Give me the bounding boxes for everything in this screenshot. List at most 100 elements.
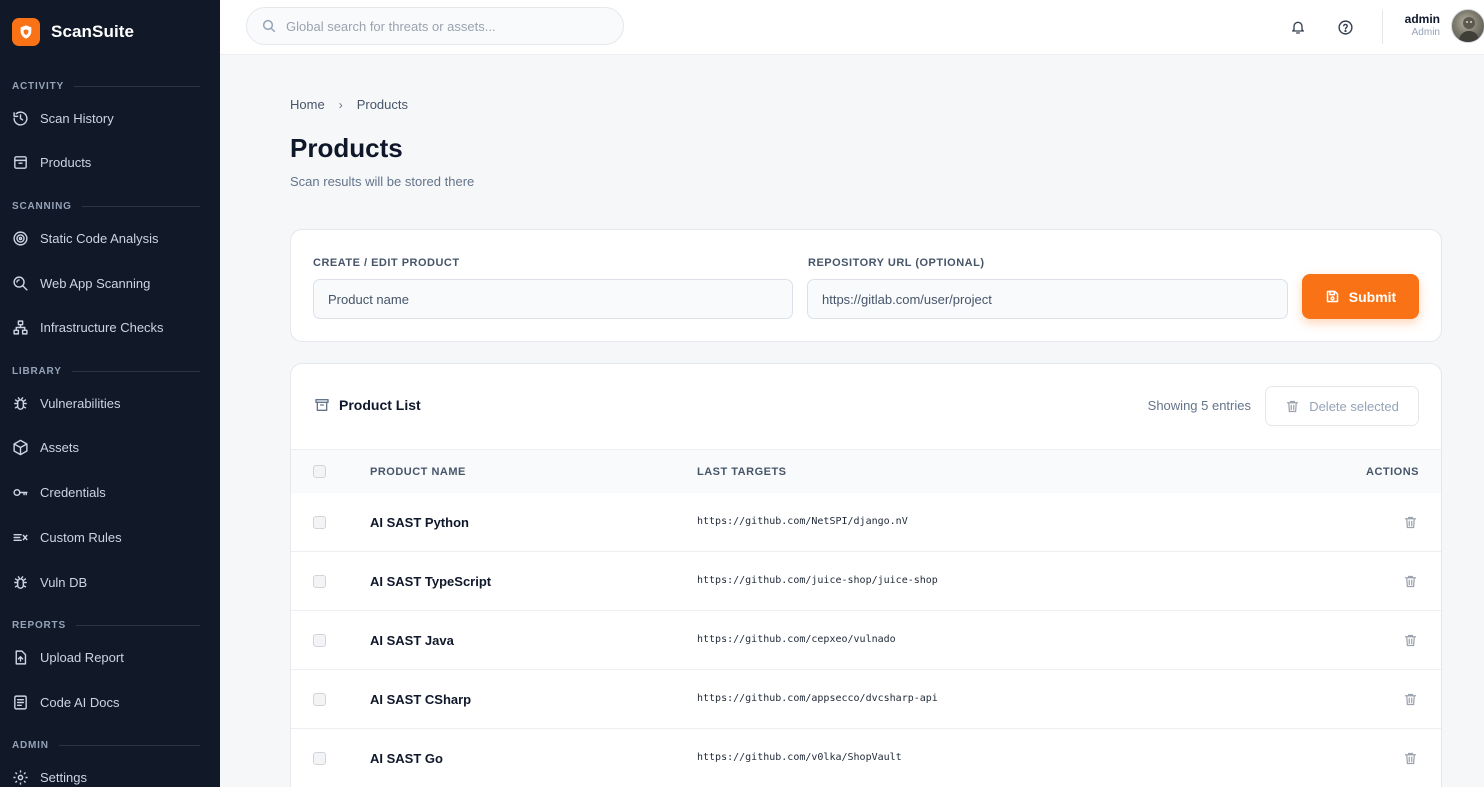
delete-row-button[interactable] — [1401, 513, 1419, 531]
last-target-cell: https://github.com/cepxeo/vulnado — [697, 634, 896, 645]
section-label-scanning: SCANNING — [12, 201, 200, 212]
sidebar-item-vuln-db[interactable]: Vuln DB — [12, 570, 208, 594]
row-checkbox[interactable] — [313, 516, 326, 529]
sidebar-item-label: Static Code Analysis — [40, 230, 159, 246]
page-title: Products — [290, 133, 403, 163]
section-label-admin: ADMIN — [12, 740, 200, 751]
delete-row-button[interactable] — [1401, 572, 1419, 590]
archive-icon — [315, 399, 329, 411]
submit-button[interactable]: Submit — [1302, 274, 1419, 319]
last-target-cell: https://github.com/v0lka/ShopVault — [697, 752, 902, 763]
sidebar-item-label: Web App Scanning — [40, 275, 151, 291]
product-form-card: CREATE / EDIT PRODUCT REPOSITORY URL (OP… — [290, 229, 1442, 342]
sidebar-item-credentials[interactable]: Credentials — [12, 480, 208, 504]
upload-icon — [15, 649, 27, 665]
sidebar-item-assets[interactable]: Assets — [12, 435, 208, 459]
sidebar-item-code-ai-docs[interactable]: Code AI Docs — [12, 690, 208, 714]
sidebar-item-label: Settings — [40, 769, 87, 785]
trash-icon — [1287, 400, 1299, 412]
chevron-right-icon: › — [338, 97, 343, 112]
breadcrumb: Home › Products — [290, 97, 408, 112]
delete-selected-label: Delete selected — [1309, 398, 1399, 414]
product-name-input[interactable] — [313, 279, 793, 319]
row-checkbox[interactable] — [313, 575, 326, 588]
row-checkbox[interactable] — [313, 693, 326, 706]
sidebar-item-custom-rules[interactable]: Custom Rules — [12, 525, 208, 549]
column-header-last-targets[interactable]: LAST TARGETS — [697, 466, 787, 478]
notifications-button[interactable] — [1287, 16, 1309, 38]
section-label-library: LIBRARY — [12, 366, 200, 377]
column-header-product-name[interactable]: PRODUCT NAME — [370, 466, 466, 478]
brand-name: ScanSuite — [51, 22, 135, 41]
trash-icon — [1404, 575, 1416, 587]
trash-icon — [1404, 634, 1416, 646]
sidebar-item-label: Credentials — [40, 484, 106, 500]
table-row[interactable]: AI SAST Java https://github.com/cepxeo/v… — [291, 611, 1441, 670]
row-checkbox[interactable] — [313, 752, 326, 765]
sidebar-item-web-app-scanning[interactable]: Web App Scanning — [12, 271, 208, 295]
bug-icon — [14, 575, 27, 589]
entries-count: Showing 5 entries — [1147, 398, 1251, 413]
global-search[interactable] — [246, 7, 624, 45]
table-row[interactable]: AI SAST TypeScript https://github.com/ju… — [291, 552, 1441, 611]
column-header-actions: ACTIONS — [1366, 466, 1419, 478]
row-checkbox[interactable] — [313, 634, 326, 647]
box-icon — [13, 439, 28, 455]
target-icon — [13, 230, 28, 246]
repository-url-label: REPOSITORY URL (OPTIONAL) — [808, 257, 985, 269]
sidebar-item-label: Upload Report — [40, 649, 124, 665]
bell-icon — [1292, 21, 1304, 34]
sidebar-item-upload-report[interactable]: Upload Report — [12, 645, 208, 669]
search-scan-icon — [13, 275, 28, 291]
help-icon — [1337, 19, 1353, 35]
delete-row-button[interactable] — [1401, 690, 1419, 708]
shield-logo-icon — [12, 18, 40, 46]
table-row[interactable]: AI SAST Python https://github.com/NetSPI… — [291, 493, 1441, 552]
user-name[interactable]: admin — [1405, 12, 1440, 26]
last-target-cell: https://github.com/juice-shop/juice-shop — [697, 575, 938, 586]
sidebar-item-scan-history[interactable]: Scan History — [12, 106, 208, 130]
submit-label: Submit — [1348, 288, 1397, 305]
rules-icon — [13, 533, 28, 541]
sidebar-item-vulnerabilities[interactable]: Vulnerabilities — [12, 391, 208, 415]
trash-icon — [1404, 693, 1416, 705]
trash-icon — [1404, 752, 1416, 764]
table-header: PRODUCT NAME LAST TARGETS ACTIONS — [291, 450, 1441, 493]
breadcrumb-home[interactable]: Home — [290, 97, 325, 112]
product-list-title-text: Product List — [339, 397, 421, 413]
sidebar-item-label: Vuln DB — [40, 574, 88, 590]
sidebar-item-infrastructure-checks[interactable]: Infrastructure Checks — [12, 315, 208, 339]
product-list-header: Product List Showing 5 entries Delete se… — [291, 364, 1441, 450]
avatar[interactable] — [1451, 9, 1484, 43]
table-row[interactable]: AI SAST CSharp https://github.com/appsec… — [291, 670, 1441, 729]
archive-icon — [14, 155, 27, 169]
help-button[interactable] — [1334, 16, 1356, 38]
sidebar-item-products[interactable]: Products — [12, 150, 208, 174]
history-icon — [13, 110, 28, 126]
select-all-checkbox[interactable] — [313, 465, 326, 478]
product-name-cell: AI SAST Python — [370, 515, 469, 530]
product-name-cell: AI SAST Go — [370, 751, 443, 766]
search-icon — [262, 19, 276, 33]
product-list-title: Product List — [314, 397, 421, 413]
page-subtitle: Scan results will be stored there — [290, 174, 475, 189]
search-input[interactable] — [286, 18, 606, 34]
sidebar-item-static-code-analysis[interactable]: Static Code Analysis — [12, 226, 208, 250]
delete-selected-button[interactable]: Delete selected — [1265, 386, 1419, 426]
last-target-cell: https://github.com/NetSPI/django.nV — [697, 516, 908, 527]
product-name-cell: AI SAST Java — [370, 633, 454, 648]
topbar-divider — [1382, 10, 1383, 44]
save-icon — [1326, 290, 1339, 303]
product-name-label: CREATE / EDIT PRODUCT — [313, 257, 460, 269]
product-name-cell: AI SAST TypeScript — [370, 574, 492, 589]
delete-row-button[interactable] — [1401, 631, 1419, 649]
topbar: admin Admin — [220, 0, 1484, 55]
delete-row-button[interactable] — [1401, 749, 1419, 767]
table-row[interactable]: AI SAST Go https://github.com/v0lka/Shop… — [291, 729, 1441, 787]
brand[interactable]: ScanSuite — [12, 18, 134, 46]
sidebar-item-settings[interactable]: Settings — [12, 765, 208, 787]
sidebar-item-label: Custom Rules — [40, 529, 122, 545]
repository-url-input[interactable] — [807, 279, 1288, 319]
sidebar-item-label: Assets — [40, 439, 80, 455]
user-role: Admin — [1411, 27, 1440, 38]
